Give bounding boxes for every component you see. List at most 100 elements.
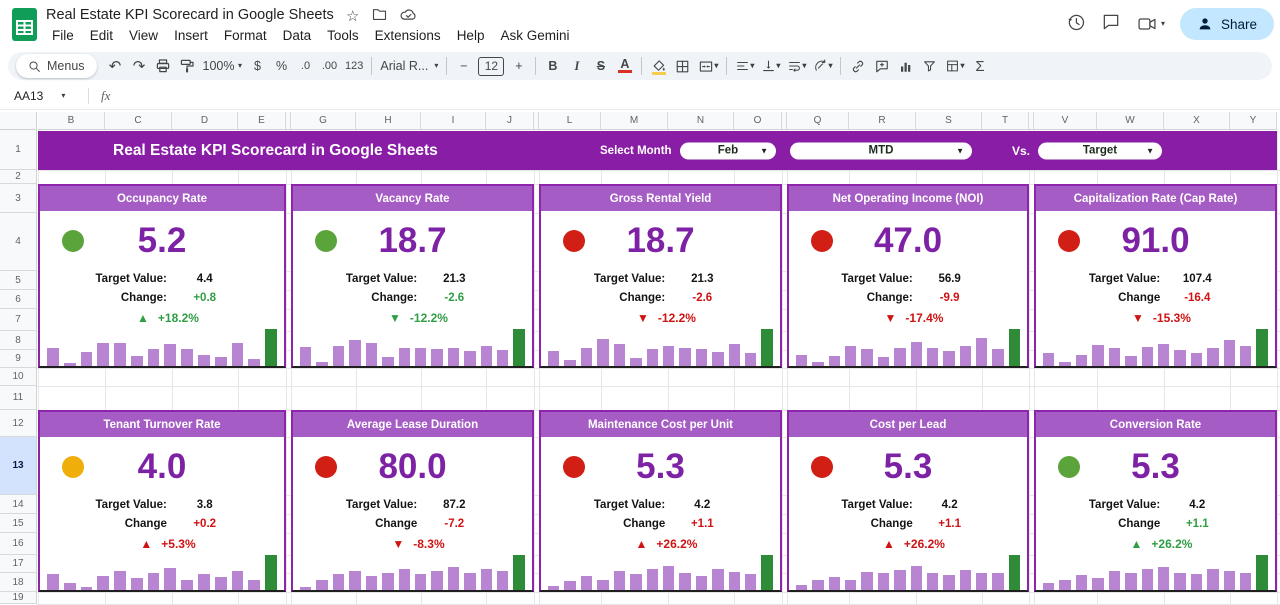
menu-file[interactable]: File [44, 26, 82, 45]
menu-tools[interactable]: Tools [319, 26, 367, 45]
bold-button[interactable]: B [541, 54, 564, 78]
format-percent-button[interactable]: % [270, 54, 293, 78]
strikethrough-button[interactable]: S [589, 54, 612, 78]
row-header-15[interactable]: 15 [0, 514, 37, 533]
italic-button[interactable]: I [565, 54, 588, 78]
increase-decimals-button[interactable]: .00 [318, 54, 341, 78]
column-header-N[interactable]: N [668, 112, 734, 130]
column-header-Y[interactable]: Y [1230, 112, 1277, 130]
text-wrap-button[interactable]: ▾ [784, 54, 809, 78]
horizontal-align-button[interactable]: ▾ [732, 54, 757, 78]
row-header-17[interactable]: 17 [0, 555, 37, 573]
row-header-3[interactable]: 3 [0, 184, 37, 213]
cloud-status-icon[interactable] [400, 8, 417, 26]
star-icon[interactable]: ☆ [346, 10, 359, 24]
insert-link-button[interactable] [846, 54, 869, 78]
row-header-7[interactable]: 7 [0, 309, 37, 331]
row-header-4[interactable]: 4 [0, 213, 37, 271]
row-header-5[interactable]: 5 [0, 271, 37, 290]
cell-name-box[interactable]: AA13 ▾ [0, 89, 88, 103]
row-header-12[interactable]: 12 [0, 410, 37, 437]
decrease-decimals-button[interactable]: .0 [294, 54, 317, 78]
column-header-R[interactable]: R [849, 112, 916, 130]
functions-button[interactable]: Σ [968, 54, 991, 78]
menus-button[interactable]: Menus [16, 54, 97, 78]
create-filter-button[interactable] [918, 54, 941, 78]
menu-edit[interactable]: Edit [82, 26, 121, 45]
compare-dropdown[interactable]: Target ▼ [1038, 142, 1162, 159]
borders-button[interactable] [671, 54, 694, 78]
name-box-caret-icon[interactable]: ▾ [61, 92, 65, 100]
column-header-V[interactable]: V [1034, 112, 1097, 130]
paint-format-button[interactable] [176, 54, 199, 78]
column-header-S[interactable]: S [916, 112, 982, 130]
row-header-8[interactable]: 8 [0, 331, 37, 350]
more-formats-button[interactable]: 123 [342, 54, 366, 78]
row-header-2[interactable]: 2 [0, 170, 37, 184]
column-header-X[interactable]: X [1164, 112, 1230, 130]
column-header-H[interactable]: H [356, 112, 421, 130]
font-select[interactable]: Arial R...▾ [377, 54, 441, 78]
increase-font-size-button[interactable]: + [507, 54, 530, 78]
menu-view[interactable]: View [121, 26, 166, 45]
month-dropdown[interactable]: Feb ▼ [680, 142, 776, 159]
column-header-W[interactable]: W [1097, 112, 1164, 130]
row-header-11[interactable]: 11 [0, 386, 37, 410]
column-header-Q[interactable]: Q [787, 112, 849, 130]
redo-button[interactable]: ↷ [128, 54, 151, 78]
sheets-logo-icon[interactable] [12, 8, 37, 46]
select-all-corner[interactable] [0, 112, 37, 130]
menu-extensions[interactable]: Extensions [367, 26, 449, 45]
column-header-G[interactable]: G [291, 112, 356, 130]
sparkline-bar [316, 362, 327, 366]
formula-input[interactable] [110, 82, 1280, 109]
column-header-C[interactable]: C [105, 112, 172, 130]
row-header-10[interactable]: 10 [0, 368, 37, 386]
row-header-18[interactable]: 18 [0, 573, 37, 592]
column-header-I[interactable]: I [421, 112, 486, 130]
row-header-1[interactable]: 1 [0, 130, 37, 170]
undo-button[interactable]: ↶ [104, 54, 127, 78]
format-currency-button[interactable]: $ [246, 54, 269, 78]
meet-call-button[interactable]: ▾ [1136, 14, 1165, 34]
share-button[interactable]: Share [1180, 8, 1274, 40]
fill-color-button[interactable] [647, 54, 670, 78]
column-header-L[interactable]: L [539, 112, 601, 130]
insert-comment-button[interactable] [870, 54, 893, 78]
insert-chart-button[interactable] [894, 54, 917, 78]
row-header-19[interactable]: 19 [0, 592, 37, 604]
print-button[interactable] [152, 54, 175, 78]
comments-icon[interactable] [1101, 12, 1121, 37]
version-history-icon[interactable] [1066, 12, 1086, 37]
row-header-13[interactable]: 13 [0, 437, 37, 495]
column-header-B[interactable]: B [38, 112, 105, 130]
meet-caret-icon[interactable]: ▾ [1161, 20, 1165, 28]
column-header-D[interactable]: D [172, 112, 238, 130]
row-header-14[interactable]: 14 [0, 495, 37, 514]
document-title[interactable]: Real Estate KPI Scorecard in Google Shee… [46, 7, 334, 23]
text-rotation-button[interactable]: ▾ [810, 54, 835, 78]
move-folder-icon[interactable] [372, 8, 387, 26]
decrease-font-size-button[interactable]: − [452, 54, 475, 78]
column-header-O[interactable]: O [734, 112, 782, 130]
row-header-6[interactable]: 6 [0, 290, 37, 309]
row-header-16[interactable]: 16 [0, 533, 37, 555]
merge-cells-button[interactable]: ▾ [695, 54, 721, 78]
zoom-select[interactable]: 100% ▾ [200, 54, 245, 78]
text-color-button[interactable]: A [613, 54, 636, 78]
column-header-J[interactable]: J [486, 112, 534, 130]
table-views-button[interactable]: ▾ [942, 54, 967, 78]
column-header-T[interactable]: T [982, 112, 1029, 130]
period-dropdown[interactable]: MTD ▼ [790, 142, 972, 159]
font-size-input[interactable]: 12 [478, 57, 504, 76]
column-header-M[interactable]: M [601, 112, 668, 130]
spreadsheet-grid[interactable]: Real Estate KPI Scorecard in Google Shee… [0, 112, 1280, 604]
menu-insert[interactable]: Insert [166, 26, 216, 45]
column-header-E[interactable]: E [238, 112, 286, 130]
row-header-9[interactable]: 9 [0, 350, 37, 368]
menu-data[interactable]: Data [275, 26, 320, 45]
vertical-align-button[interactable]: ▾ [758, 54, 783, 78]
menu-ask-gemini[interactable]: Ask Gemini [492, 26, 577, 45]
menu-format[interactable]: Format [216, 26, 275, 45]
menu-help[interactable]: Help [449, 26, 493, 45]
